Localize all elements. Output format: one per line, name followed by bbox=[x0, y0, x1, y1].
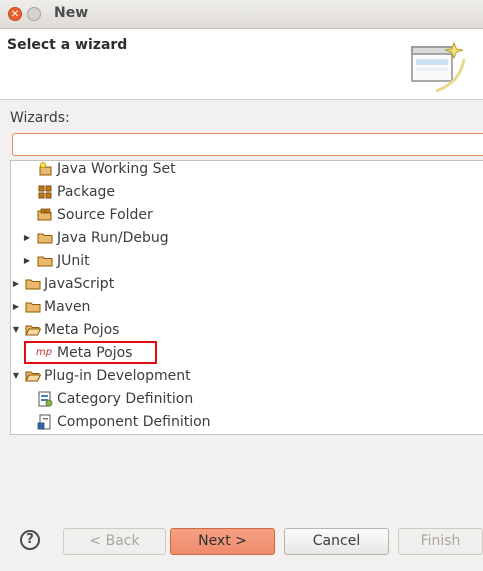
expand-arrow-icon[interactable]: ▶ bbox=[11, 273, 21, 295]
expand-arrow-icon[interactable]: ▶ bbox=[11, 296, 21, 318]
wizard-tree[interactable]: Java Working Set Package Source Folder ▶… bbox=[10, 160, 483, 435]
component-icon bbox=[37, 414, 51, 430]
tree-item-label: Package bbox=[57, 184, 116, 200]
close-icon[interactable]: ✕ bbox=[8, 7, 22, 21]
source-folder-icon bbox=[37, 208, 52, 221]
tree-item-label: Plug-in Development bbox=[44, 368, 191, 384]
tree-item-label: Java Working Set bbox=[57, 161, 176, 177]
expand-arrow-icon[interactable]: ▶ bbox=[22, 227, 32, 249]
window-title: New bbox=[54, 5, 89, 21]
page-title: Select a wizard bbox=[7, 37, 128, 53]
folder-icon bbox=[37, 233, 53, 244]
tree-item-label: Category Definition bbox=[57, 391, 194, 407]
tree-item-label: JUnit bbox=[57, 253, 90, 269]
tree-item-label: Java Run/Debug bbox=[57, 230, 169, 246]
finish-button[interactable]: Finish bbox=[398, 528, 483, 555]
open-folder-icon bbox=[25, 325, 41, 336]
package-icon bbox=[38, 185, 52, 199]
tree-item-label: Source Folder bbox=[57, 207, 153, 223]
selection-highlight-box bbox=[24, 341, 157, 364]
tree-item-label: Meta Pojos bbox=[44, 322, 120, 338]
collapse-arrow-icon[interactable]: ▼ bbox=[11, 319, 21, 341]
title-bar: ✕ New bbox=[0, 0, 483, 29]
folder-icon bbox=[37, 256, 53, 267]
expand-arrow-icon[interactable]: ▶ bbox=[22, 250, 32, 272]
wizards-label: Wizards: bbox=[10, 110, 70, 126]
cancel-button[interactable]: Cancel bbox=[284, 528, 389, 555]
new-wizard-banner-icon bbox=[411, 41, 466, 93]
wizard-header: Select a wizard bbox=[0, 29, 483, 100]
folder-icon bbox=[25, 279, 41, 290]
wizard-filter-input[interactable] bbox=[12, 133, 483, 156]
tree-item-label: Component Definition bbox=[57, 414, 211, 430]
open-folder-icon bbox=[25, 371, 41, 382]
tree-item-label: JavaScript bbox=[44, 276, 115, 292]
back-button[interactable]: < Back bbox=[63, 528, 166, 555]
category-icon bbox=[38, 391, 53, 407]
help-icon[interactable]: ? bbox=[20, 530, 40, 550]
collapse-arrow-icon[interactable]: ▼ bbox=[11, 365, 21, 387]
folder-icon bbox=[25, 302, 41, 313]
maximize-icon[interactable] bbox=[27, 7, 41, 21]
tree-item-label: Maven bbox=[44, 299, 91, 315]
next-button[interactable]: Next > bbox=[170, 528, 275, 555]
working-set-icon bbox=[39, 162, 52, 176]
